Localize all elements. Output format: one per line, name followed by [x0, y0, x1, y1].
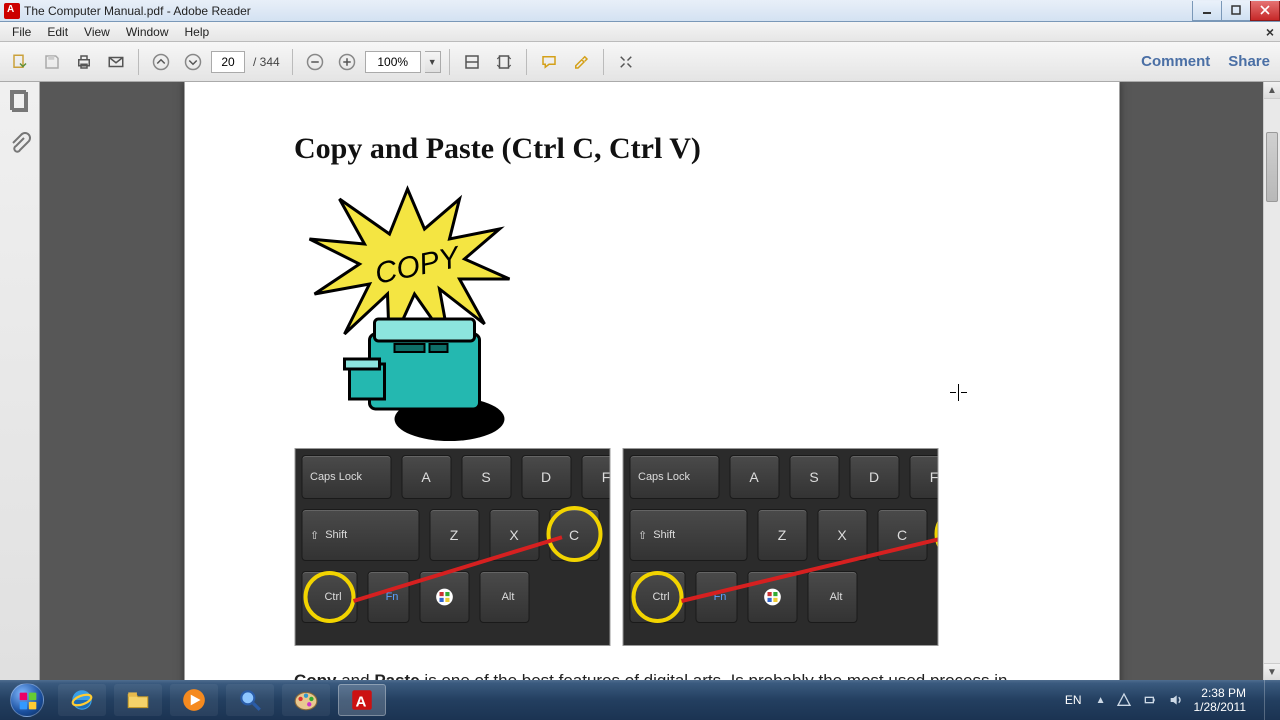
text-cursor-icon — [950, 384, 967, 401]
clock-date: 1/28/2011 — [1194, 700, 1247, 714]
scrollbar-thumb[interactable] — [1266, 132, 1278, 202]
zoom-in-button[interactable] — [333, 48, 361, 76]
zoom-out-button[interactable] — [301, 48, 329, 76]
start-button[interactable] — [0, 680, 54, 720]
navigation-pane — [0, 82, 40, 680]
system-tray: EN ▲ 2:38 PM 1/28/2011 — [1055, 680, 1280, 720]
page-number-input[interactable] — [211, 51, 245, 73]
tray-chevron-icon[interactable]: ▲ — [1096, 695, 1106, 706]
minimize-button[interactable] — [1192, 1, 1222, 21]
scroll-down-button[interactable]: ▼ — [1264, 663, 1280, 680]
email-button[interactable] — [102, 48, 130, 76]
window-titlebar: The Computer Manual.pdf - Adobe Reader — [0, 0, 1280, 22]
show-desktop-button[interactable] — [1264, 680, 1274, 720]
keyboard-ctrl-v-image: Caps Lock A S D F G ⇧Shift Z X C V Ctrl … — [622, 448, 938, 646]
menu-file[interactable]: File — [4, 23, 39, 41]
scroll-up-button[interactable]: ▲ — [1264, 82, 1280, 99]
close-button[interactable] — [1250, 1, 1280, 21]
copy-clipart-image: COPY — [299, 184, 514, 444]
body-paragraph: Copy and Paste is one of the best featur… — [294, 670, 1009, 680]
windows-taskbar: A EN ▲ 2:38 PM 1/28/2011 — [0, 680, 1280, 720]
taskbar-ie-icon[interactable] — [58, 684, 106, 716]
taskbar-paint-icon[interactable] — [282, 684, 330, 716]
taskbar-magnifier-icon[interactable] — [226, 684, 274, 716]
windows-orb-icon — [10, 683, 44, 717]
menu-window[interactable]: Window — [118, 23, 177, 41]
window-title: The Computer Manual.pdf - Adobe Reader — [24, 4, 1193, 18]
menu-edit[interactable]: Edit — [39, 23, 76, 41]
page-down-button[interactable] — [179, 48, 207, 76]
save-button[interactable] — [38, 48, 66, 76]
fit-page-button[interactable] — [490, 48, 518, 76]
taskbar-clock[interactable]: 2:38 PM 1/28/2011 — [1194, 686, 1251, 715]
fit-width-button[interactable] — [458, 48, 486, 76]
toolbar: / 344 100% ▼ Comment Share — [0, 42, 1280, 82]
page-heading: Copy and Paste (Ctrl C, Ctrl V) — [294, 132, 1009, 166]
taskbar-explorer-icon[interactable] — [114, 684, 162, 716]
attachments-panel-button[interactable] — [8, 132, 32, 156]
close-document-button[interactable]: × — [1266, 24, 1274, 40]
para-word-copy: Copy — [294, 671, 337, 680]
taskbar-adobe-reader-icon[interactable]: A — [338, 684, 386, 716]
keyboard-ctrl-c-image: Caps Lock A S D F ⇧Shift Z X C Ctrl Fn A… — [294, 448, 610, 646]
sticky-note-button[interactable] — [535, 48, 563, 76]
zoom-dropdown-button[interactable]: ▼ — [425, 51, 441, 73]
share-link[interactable]: Share — [1228, 53, 1270, 70]
comment-link[interactable]: Comment — [1141, 53, 1210, 70]
page-up-button[interactable] — [147, 48, 175, 76]
zoom-level-display[interactable]: 100% — [365, 51, 421, 73]
action-center-icon[interactable] — [1116, 692, 1132, 708]
vertical-scrollbar[interactable]: ▲ ▼ — [1263, 82, 1280, 680]
volume-icon[interactable] — [1168, 692, 1184, 708]
highlight-button[interactable] — [567, 48, 595, 76]
language-indicator[interactable]: EN — [1061, 693, 1086, 707]
taskbar-wmp-icon[interactable] — [170, 684, 218, 716]
clock-time: 2:38 PM — [1194, 686, 1247, 700]
menu-bar: File Edit View Window Help × — [0, 22, 1280, 42]
menu-help[interactable]: Help — [177, 23, 218, 41]
menu-view[interactable]: View — [76, 23, 118, 41]
app-icon — [4, 3, 20, 19]
export-pdf-button[interactable] — [6, 48, 34, 76]
read-mode-button[interactable] — [612, 48, 640, 76]
document-viewport[interactable]: Copy and Paste (Ctrl C, Ctrl V) COPY — [40, 82, 1263, 680]
pdf-page: Copy and Paste (Ctrl C, Ctrl V) COPY — [184, 82, 1119, 680]
print-button[interactable] — [70, 48, 98, 76]
maximize-button[interactable] — [1221, 1, 1251, 21]
thumbnails-panel-button[interactable] — [8, 90, 32, 114]
svg-text:A: A — [356, 694, 367, 711]
page-count-label: / 344 — [249, 55, 284, 69]
para-word-paste: Paste — [374, 671, 419, 680]
power-icon[interactable] — [1142, 692, 1158, 708]
